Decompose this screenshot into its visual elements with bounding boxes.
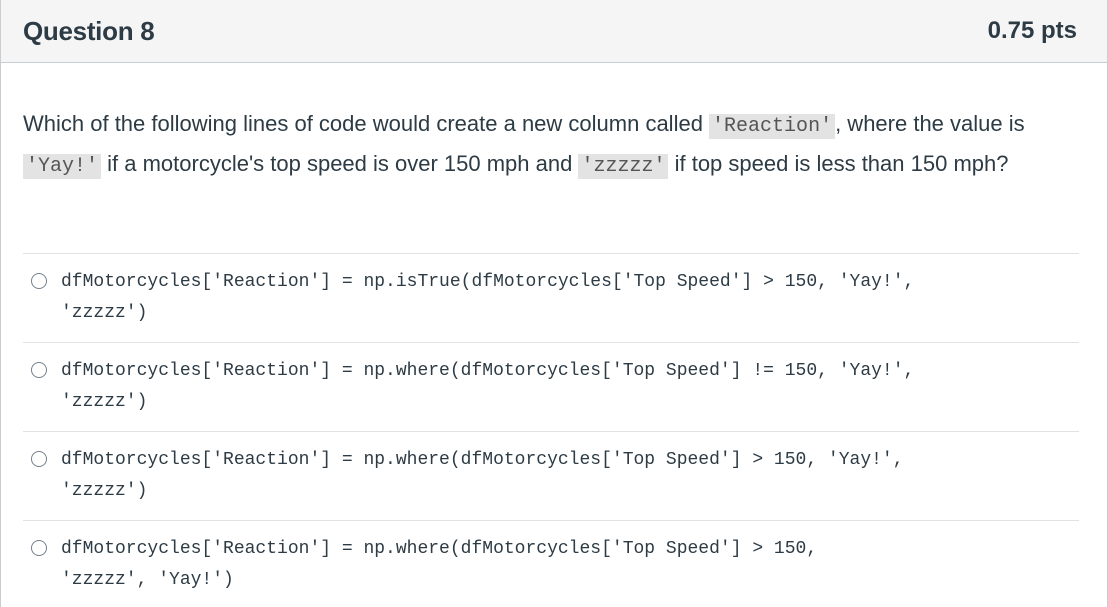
- radio-button[interactable]: [31, 362, 47, 378]
- answer-code: dfMotorcycles['Reaction'] = np.isTrue(df…: [61, 267, 1061, 329]
- question-text-part-3: if a motorcycle's top speed is over 150 …: [101, 150, 579, 176]
- answer-option-1[interactable]: dfMotorcycles['Reaction'] = np.isTrue(df…: [23, 253, 1079, 342]
- radio-button[interactable]: [31, 451, 47, 467]
- inline-code-reaction: 'Reaction': [709, 114, 836, 139]
- radio-button[interactable]: [31, 540, 47, 556]
- answer-option-2[interactable]: dfMotorcycles['Reaction'] = np.where(dfM…: [23, 342, 1079, 431]
- question-text-part-4: if top speed is less than 150 mph?: [668, 150, 1009, 176]
- answer-code: dfMotorcycles['Reaction'] = np.where(dfM…: [61, 445, 1061, 507]
- question-text: Which of the following lines of code wou…: [23, 106, 1083, 185]
- answer-code-line-2: 'zzzzz'): [61, 481, 148, 501]
- question-text-part-1: Which of the following lines of code wou…: [23, 111, 710, 136]
- quiz-question-panel: Question 8 0.75 pts Which of the followi…: [0, 0, 1108, 607]
- answer-code: dfMotorcycles['Reaction'] = np.where(dfM…: [61, 356, 1061, 418]
- answer-code-line-1: dfMotorcycles['Reaction'] = np.where(dfM…: [61, 361, 915, 381]
- answer-code: dfMotorcycles['Reaction'] = np.where(dfM…: [61, 534, 1061, 596]
- answer-option-3[interactable]: dfMotorcycles['Reaction'] = np.where(dfM…: [23, 431, 1079, 520]
- answer-code-line-2: 'zzzzz', 'Yay!'): [61, 570, 234, 590]
- answer-code-line-1: dfMotorcycles['Reaction'] = np.isTrue(df…: [61, 272, 915, 292]
- answer-code-line-1: dfMotorcycles['Reaction'] = np.where(dfM…: [61, 539, 818, 559]
- question-text-part-2: , where the value is: [835, 111, 1025, 136]
- question-title: Question 8: [23, 15, 155, 46]
- answer-code-line-2: 'zzzzz'): [61, 303, 148, 323]
- answer-code-line-1: dfMotorcycles['Reaction'] = np.where(dfM…: [61, 450, 904, 470]
- radio-button[interactable]: [31, 273, 47, 289]
- answer-code-line-2: 'zzzzz'): [61, 392, 148, 412]
- answer-list: dfMotorcycles['Reaction'] = np.isTrue(df…: [23, 253, 1079, 607]
- question-header: Question 8 0.75 pts: [1, 0, 1107, 63]
- answer-option-4[interactable]: dfMotorcycles['Reaction'] = np.where(dfM…: [23, 520, 1079, 607]
- inline-code-yay: 'Yay!': [23, 153, 102, 179]
- question-points: 0.75 pts: [987, 17, 1077, 44]
- inline-code-zzzzz: 'zzzzz': [578, 153, 669, 179]
